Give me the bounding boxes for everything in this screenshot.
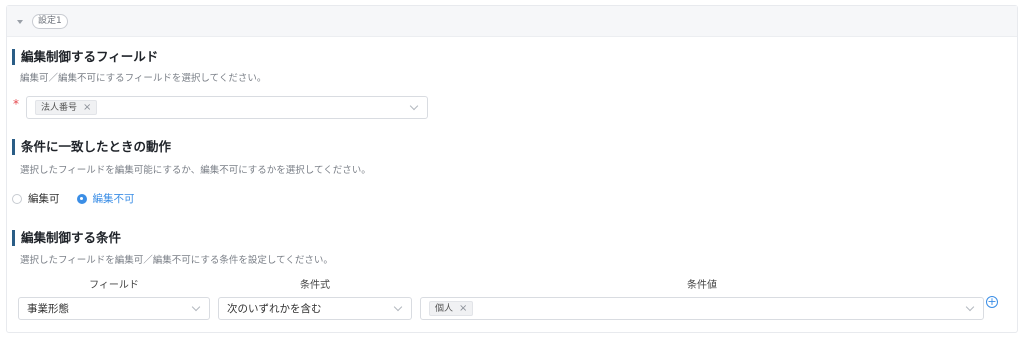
- target-field-select[interactable]: 法人番号 ×: [26, 96, 428, 119]
- remove-tag-icon[interactable]: ×: [459, 303, 467, 314]
- column-header-operator: 条件式: [300, 280, 330, 291]
- setting-name-pill: 設定1: [32, 13, 68, 29]
- field-section-description: 編集可／編集不可にするフィールドを選択してください。: [20, 73, 267, 84]
- radio-not-editable[interactable]: 編集不可: [76, 191, 135, 206]
- action-section-description: 選択したフィールドを編集可能にするか、編集不可にするかを選択してください。: [20, 165, 371, 176]
- column-header-field: フィールド: [89, 280, 139, 291]
- selected-field-tag: 法人番号 ×: [35, 100, 98, 115]
- radio-not-editable-dot[interactable]: [76, 193, 87, 204]
- remove-tag-icon[interactable]: ×: [83, 102, 91, 113]
- selected-field-tag-label: 法人番号: [41, 102, 78, 113]
- chevron-down-icon: [191, 302, 201, 312]
- field-section-title: 編集制御するフィールド: [12, 49, 158, 65]
- chevron-down-icon: [409, 101, 419, 111]
- add-condition-icon[interactable]: +: [986, 296, 998, 308]
- condition-value-tag-label: 個人: [435, 303, 454, 314]
- condition-operator-value: 次のいずれかを含む: [227, 303, 322, 315]
- condition-value-select[interactable]: 個人 ×: [420, 297, 984, 320]
- radio-editable[interactable]: 編集可: [12, 191, 60, 206]
- condition-field-select[interactable]: 事業形態: [18, 297, 210, 320]
- condition-section-description: 選択したフィールドを編集可／編集不可にする条件を設定してください。: [20, 255, 333, 266]
- action-section-title: 条件に一致したときの動作: [12, 139, 171, 155]
- panel-header[interactable]: 設定1: [7, 6, 1017, 37]
- radio-editable-dot[interactable]: [12, 193, 22, 204]
- condition-field-value: 事業形態: [27, 303, 69, 315]
- condition-operator-select[interactable]: 次のいずれかを含む: [218, 297, 412, 320]
- chevron-down-icon: [393, 302, 403, 312]
- column-header-value: 条件値: [687, 280, 717, 291]
- condition-value-tag: 個人 ×: [429, 301, 474, 316]
- collapse-caret-icon[interactable]: [17, 19, 23, 24]
- condition-section-title: 編集制御する条件: [12, 230, 121, 246]
- radio-editable-label: 編集可: [28, 193, 60, 205]
- chevron-down-icon: [965, 302, 975, 312]
- required-marker: *: [13, 97, 19, 111]
- radio-not-editable-label: 編集不可: [92, 193, 135, 205]
- action-radio-group: 編集可 編集不可: [12, 191, 152, 206]
